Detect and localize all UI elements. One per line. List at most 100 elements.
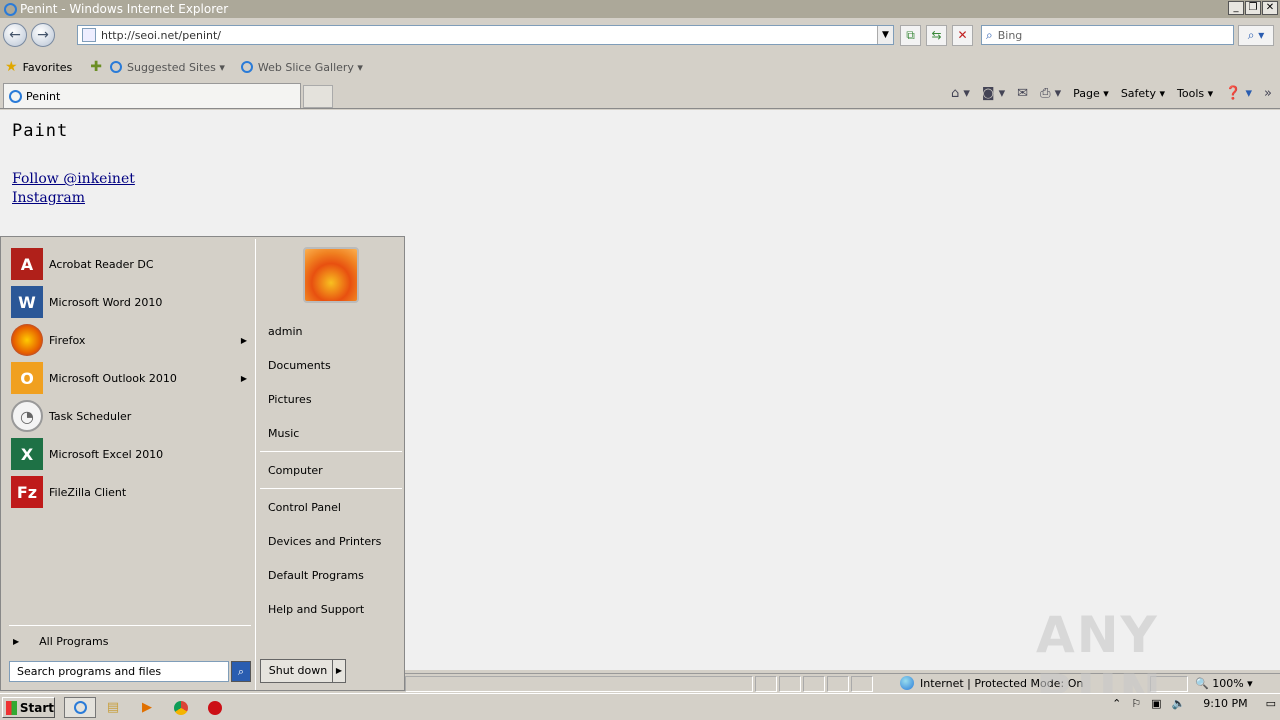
address-row: ← → http://seoi.net/penint/ ▼ ⧉ ⇆ ✕ ⌕ Bi… bbox=[0, 20, 1280, 50]
tab-title: Penint bbox=[26, 89, 61, 103]
program-firefox[interactable]: Firefox ▶ bbox=[11, 323, 251, 357]
search-programs-icon[interactable]: ⌕ bbox=[231, 661, 251, 682]
window-controls: _ ❐ ✕ bbox=[1228, 1, 1278, 15]
stop-button[interactable]: ✕ bbox=[952, 25, 973, 46]
status-segment bbox=[405, 676, 753, 692]
chevron-right-icon[interactable]: » bbox=[1264, 86, 1272, 101]
taskbar-ie-icon[interactable] bbox=[64, 697, 96, 718]
instagram-link[interactable]: Instagram bbox=[12, 190, 85, 206]
window-title: Penint - Windows Internet Explorer bbox=[20, 2, 229, 16]
start-menu-programs: A Acrobat Reader DC W Microsoft Word 201… bbox=[3, 239, 253, 690]
menu-item-admin[interactable]: admin bbox=[268, 325, 302, 338]
shutdown-button[interactable]: Shut down bbox=[260, 659, 336, 683]
status-segment bbox=[851, 676, 873, 692]
show-desktop-icon[interactable]: ▭ bbox=[1266, 697, 1276, 710]
refresh-button[interactable]: ⇆ bbox=[926, 25, 947, 46]
address-bar[interactable]: http://seoi.net/penint/ ▼ bbox=[77, 25, 894, 45]
program-outlook[interactable]: O Microsoft Outlook 2010 ▶ bbox=[11, 361, 251, 395]
divider bbox=[9, 625, 251, 626]
taskbar-media-player-icon[interactable]: ▶ bbox=[136, 697, 158, 718]
web-slice-gallery-label: Web Slice Gallery bbox=[257, 60, 354, 74]
tab-penint[interactable]: Penint bbox=[3, 83, 301, 108]
network-icon[interactable]: ▣ bbox=[1151, 697, 1161, 710]
program-acrobat[interactable]: A Acrobat Reader DC bbox=[11, 247, 251, 281]
home-icon[interactable]: ⌂ ▾ bbox=[951, 86, 970, 101]
favorites-button[interactable]: Favorites bbox=[23, 61, 73, 74]
favorites-bar: ★ Favorites ✚ Suggested Sites ▾ Web Slic… bbox=[0, 54, 1280, 80]
menu-item-documents[interactable]: Documents bbox=[268, 359, 331, 372]
menu-item-computer[interactable]: Computer bbox=[268, 464, 323, 477]
close-button[interactable]: ✕ bbox=[1262, 1, 1278, 15]
suggested-sites-link[interactable]: Suggested Sites ▾ bbox=[110, 61, 225, 74]
taskbar-chrome-icon[interactable] bbox=[170, 697, 192, 718]
system-tray: ⌃ ⚐ ▣ 🔈 9:10 PM ▭ bbox=[1112, 697, 1276, 710]
command-bar: ⌂ ▾ ◙ ▾ ✉ ⎙ ▾ Page ▾ Safety ▾ Tools ▾ ❓ … bbox=[951, 86, 1272, 101]
volume-icon[interactable]: 🔈 bbox=[1172, 697, 1186, 710]
menu-item-devices-printers[interactable]: Devices and Printers bbox=[268, 535, 381, 548]
page-heading: Paint bbox=[12, 121, 69, 141]
submenu-arrow-icon: ▶ bbox=[240, 335, 247, 345]
follow-link[interactable]: Follow @inkeinet bbox=[12, 171, 135, 187]
tray-expand-icon[interactable]: ⌃ bbox=[1112, 697, 1121, 710]
program-label: Microsoft Word 2010 bbox=[49, 295, 163, 309]
menu-item-pictures[interactable]: Pictures bbox=[268, 393, 312, 406]
program-task-scheduler[interactable]: ◔ Task Scheduler bbox=[11, 399, 251, 433]
word-icon: W bbox=[11, 286, 43, 318]
start-button[interactable]: Start bbox=[2, 697, 55, 718]
minimize-button[interactable]: _ bbox=[1228, 1, 1244, 15]
shutdown-options-icon[interactable]: ▶ bbox=[332, 659, 346, 683]
program-label: Task Scheduler bbox=[49, 409, 132, 423]
ie-logo-icon bbox=[4, 2, 17, 16]
safety-menu-label: Safety bbox=[1120, 87, 1156, 100]
print-icon[interactable]: ⎙ ▾ bbox=[1040, 86, 1061, 101]
star-icon: ★ bbox=[5, 59, 18, 75]
compatibility-icon[interactable]: ⧉ bbox=[900, 25, 921, 46]
program-label: Acrobat Reader DC bbox=[49, 257, 154, 271]
taskbar-opera-icon[interactable] bbox=[204, 697, 226, 718]
ie-icon bbox=[110, 61, 122, 73]
safety-menu[interactable]: Safety ▾ bbox=[1121, 87, 1165, 100]
clock[interactable]: 9:10 PM bbox=[1203, 697, 1247, 710]
program-label: Firefox bbox=[49, 333, 86, 347]
search-programs-input[interactable]: Search programs and files bbox=[9, 661, 229, 682]
suggested-sites-label: Suggested Sites bbox=[127, 60, 216, 74]
all-programs-button[interactable]: ▶ All Programs bbox=[13, 635, 108, 648]
back-button[interactable]: ← bbox=[3, 23, 27, 47]
ie-icon bbox=[240, 61, 253, 73]
search-input[interactable]: ⌕ Bing bbox=[981, 25, 1234, 45]
start-label: Start bbox=[19, 700, 54, 715]
feeds-icon[interactable]: ◙ ▾ bbox=[982, 86, 1005, 101]
mail-icon[interactable]: ✉ bbox=[1017, 86, 1028, 101]
tab-row: Penint ⌂ ▾ ◙ ▾ ✉ ⎙ ▾ Page ▾ Safety ▾ Too… bbox=[0, 82, 1280, 109]
menu-item-default-programs[interactable]: Default Programs bbox=[268, 569, 364, 582]
status-segment bbox=[755, 676, 777, 692]
forward-button[interactable]: → bbox=[31, 23, 55, 47]
menu-item-music[interactable]: Music bbox=[268, 427, 299, 440]
tools-menu[interactable]: Tools ▾ bbox=[1177, 87, 1213, 100]
help-icon[interactable]: ❓ ▾ bbox=[1225, 86, 1252, 101]
excel-icon: X bbox=[11, 438, 43, 470]
acrobat-icon: A bbox=[11, 248, 43, 280]
action-center-flag-icon[interactable]: ⚐ bbox=[1131, 697, 1141, 710]
status-segment bbox=[803, 676, 825, 692]
user-picture[interactable] bbox=[303, 247, 359, 303]
menu-item-control-panel[interactable]: Control Panel bbox=[268, 501, 341, 514]
program-excel[interactable]: X Microsoft Excel 2010 bbox=[11, 437, 251, 471]
search-button[interactable]: ⌕ ▾ bbox=[1238, 25, 1274, 46]
address-dropdown-icon[interactable]: ▼ bbox=[877, 26, 893, 44]
restore-button[interactable]: ❐ bbox=[1245, 1, 1261, 15]
program-word[interactable]: W Microsoft Word 2010 bbox=[11, 285, 251, 319]
globe-icon bbox=[900, 676, 914, 690]
start-menu-places: admin Documents Pictures Music Computer … bbox=[255, 239, 404, 690]
ie-icon bbox=[9, 89, 22, 103]
program-label: Microsoft Outlook 2010 bbox=[49, 371, 177, 385]
page-menu[interactable]: Page ▾ bbox=[1073, 87, 1109, 100]
menu-item-help-support[interactable]: Help and Support bbox=[268, 603, 364, 616]
new-tab-button[interactable] bbox=[303, 85, 333, 108]
all-programs-label: All Programs bbox=[39, 635, 109, 648]
taskbar-explorer-icon[interactable]: ▤ bbox=[102, 697, 124, 718]
add-favorite-icon[interactable]: ✚ bbox=[90, 59, 102, 75]
program-filezilla[interactable]: Fz FileZilla Client bbox=[11, 475, 251, 509]
web-slice-gallery-link[interactable]: Web Slice Gallery ▾ bbox=[240, 60, 363, 74]
chevron-right-icon: ▶ bbox=[13, 637, 20, 646]
